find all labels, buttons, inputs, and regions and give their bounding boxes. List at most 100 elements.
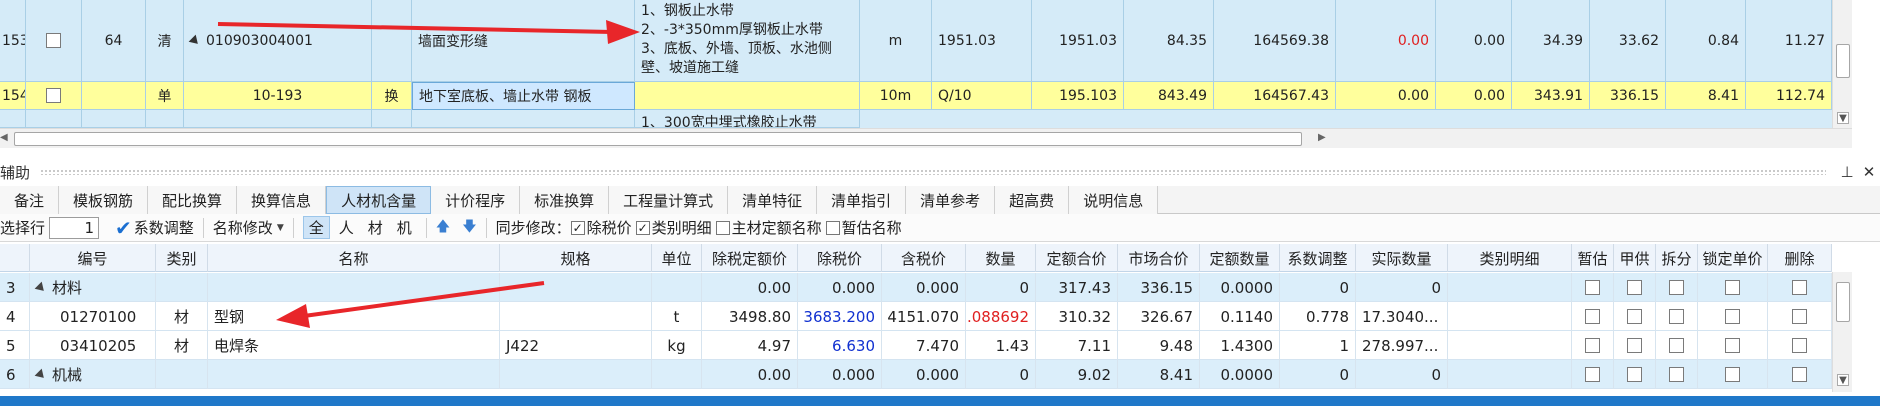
code-cell[interactable]: 010903004001	[184, 0, 372, 82]
header-unit[interactable]: 单位	[652, 244, 702, 272]
header-code[interactable]: 编号	[30, 244, 156, 272]
delete-checkbox[interactable]	[1792, 280, 1807, 295]
lock-price-checkbox[interactable]	[1725, 280, 1740, 295]
scroll-down-icon[interactable]: ▼	[1837, 374, 1849, 386]
header-quota-qty[interactable]: 定额数量	[1200, 244, 1280, 272]
spec-cell[interactable]: J422	[500, 331, 652, 360]
filter-labor[interactable]: 人	[334, 217, 359, 238]
table-row[interactable]: 5 03410205 材 电焊条 J422 kg 4.97 6.630 7.47…	[0, 331, 1832, 360]
header-tax-incl[interactable]: 含税价	[882, 244, 966, 272]
rename-dropdown[interactable]: 名称修改 ▼	[207, 214, 290, 242]
header-lock-price[interactable]: 锁定单价	[1698, 244, 1768, 272]
tab-formwork-rebar[interactable]: 模板钢筋	[59, 186, 149, 214]
filter-machine[interactable]: 机	[392, 217, 417, 238]
move-down-icon[interactable]: 🡇	[456, 216, 482, 240]
name-cell[interactable]: 电焊条	[208, 331, 500, 360]
delete-checkbox[interactable]	[1792, 367, 1807, 382]
tab-conversion-info[interactable]: 换算信息	[237, 186, 327, 214]
select-row-control[interactable]: 选择行 1	[0, 214, 109, 242]
table-row[interactable]: 3 材料 0.00 0.000 0.000 0 317.43 336.15 0.…	[0, 273, 1832, 302]
table-row[interactable]: 6 机械 0.00 0.000 0.000 0 9.02 8.41 0.0000…	[0, 360, 1832, 389]
estimate-checkbox[interactable]	[1585, 280, 1600, 295]
tab-overheight-fee[interactable]: 超高费	[995, 186, 1070, 214]
pin-icon[interactable]: ⊥	[1836, 163, 1858, 181]
scroll-thumb[interactable]	[1836, 44, 1850, 78]
split-checkbox[interactable]	[1669, 309, 1684, 324]
qty-cell[interactable]: 0.088692	[966, 302, 1036, 331]
category-detail-checkbox[interactable]: ✓	[635, 220, 650, 235]
move-up-icon[interactable]: 🡅	[430, 216, 456, 240]
owner-supply-checkbox[interactable]	[1627, 338, 1642, 353]
header-coef[interactable]: 系数调整	[1280, 244, 1356, 272]
filter-material[interactable]: 材	[363, 217, 388, 238]
lock-price-checkbox[interactable]	[1725, 367, 1740, 382]
scroll-thumb[interactable]	[14, 132, 1302, 146]
tab-description[interactable]: 说明信息	[1069, 186, 1159, 214]
header-delete[interactable]: 删除	[1768, 244, 1832, 272]
temp-name-checkbox[interactable]	[825, 220, 840, 235]
split-checkbox[interactable]	[1669, 338, 1684, 353]
tab-resource-content[interactable]: 人材机含量	[326, 186, 432, 214]
table-row[interactable]: 1、300宽中埋式橡胶止水带	[0, 110, 1832, 128]
header-qty[interactable]: 数量	[966, 244, 1036, 272]
table-row[interactable]: 4 01270100 材 型钢 t 3498.80 3683.200 4151.…	[0, 302, 1832, 331]
coef-adjust-button[interactable]: ✔ 系数调整	[109, 214, 200, 242]
code-cell[interactable]: 03410205	[30, 331, 156, 360]
table-row[interactable]: 154 单 10-193 换 地下室底板、墙止水带 钢板 10m Q/10 19…	[0, 82, 1832, 110]
main-material-name-checkbox[interactable]	[715, 220, 730, 235]
top-vertical-scrollbar[interactable]: ▼	[1832, 0, 1852, 128]
header-spec[interactable]: 规格	[500, 244, 652, 272]
header-quota-total[interactable]: 定额合价	[1036, 244, 1118, 272]
header-estimate[interactable]: 暂估	[1572, 244, 1614, 272]
code-cell[interactable]: 机械	[30, 360, 156, 389]
bottom-vertical-scrollbar[interactable]: ▼	[1832, 272, 1852, 392]
header-market-total[interactable]: 市场合价	[1118, 244, 1200, 272]
collapse-icon[interactable]	[34, 281, 48, 294]
scroll-right-icon[interactable]: ▶	[1318, 132, 1326, 143]
header-category[interactable]: 类别	[156, 244, 208, 272]
tab-bill-features[interactable]: 清单特征	[728, 186, 818, 214]
scroll-left-icon[interactable]: ◀	[0, 132, 8, 143]
table-row[interactable]: 153 64 清 010903004001 墙面变形缝 1、钢板止水带 2、-3…	[0, 0, 1832, 82]
qty-cell[interactable]: 1.43	[966, 331, 1036, 360]
tab-quantity-formula[interactable]: 工程量计算式	[609, 186, 729, 214]
estimate-checkbox[interactable]	[1585, 338, 1600, 353]
delete-checkbox[interactable]	[1792, 309, 1807, 324]
lock-price-checkbox[interactable]	[1725, 338, 1740, 353]
lock-price-checkbox[interactable]	[1725, 309, 1740, 324]
scroll-down-icon[interactable]: ▼	[1837, 112, 1849, 124]
tab-mix-conversion[interactable]: 配比换算	[148, 186, 238, 214]
name-cell[interactable]: 型钢	[208, 302, 500, 331]
split-checkbox[interactable]	[1669, 280, 1684, 295]
estimate-checkbox[interactable]	[1585, 367, 1600, 382]
panel-grip[interactable]	[40, 169, 1826, 175]
code-cell[interactable]: 10-193	[184, 82, 372, 110]
row-checkbox[interactable]	[46, 88, 61, 103]
header-owner-supply[interactable]: 甲供	[1614, 244, 1656, 272]
code-cell[interactable]: 材料	[30, 273, 156, 302]
filter-all[interactable]: 全	[302, 216, 330, 239]
tab-pricing-procedure[interactable]: 计价程序	[431, 186, 521, 214]
collapse-icon[interactable]	[188, 34, 202, 47]
header-name[interactable]: 名称	[208, 244, 500, 272]
horizontal-scrollbar[interactable]: ◀ ▶	[0, 128, 1852, 148]
tab-bill-reference[interactable]: 清单参考	[906, 186, 996, 214]
header-tax-excl-quota[interactable]: 除税定额价	[702, 244, 798, 272]
scroll-thumb[interactable]	[1836, 282, 1850, 322]
close-icon[interactable]: ✕	[1858, 163, 1880, 181]
delete-checkbox[interactable]	[1792, 338, 1807, 353]
split-checkbox[interactable]	[1669, 367, 1684, 382]
owner-supply-checkbox[interactable]	[1627, 280, 1642, 295]
estimate-checkbox[interactable]	[1585, 309, 1600, 324]
name-cell[interactable]: 地下室底板、墙止水带 钢板	[412, 82, 635, 110]
tax-excl-cell[interactable]: 3683.200	[798, 302, 882, 331]
owner-supply-checkbox[interactable]	[1627, 367, 1642, 382]
collapse-icon[interactable]	[34, 368, 48, 381]
code-cell[interactable]: 01270100	[30, 302, 156, 331]
tax-excl-checkbox[interactable]: ✓	[570, 220, 585, 235]
header-split[interactable]: 拆分	[1656, 244, 1698, 272]
tax-excl-cell[interactable]: 6.630	[798, 331, 882, 360]
spec-cell[interactable]	[500, 302, 652, 331]
header-category-detail[interactable]: 类别明细	[1448, 244, 1572, 272]
header-tax-excl[interactable]: 除税价	[798, 244, 882, 272]
